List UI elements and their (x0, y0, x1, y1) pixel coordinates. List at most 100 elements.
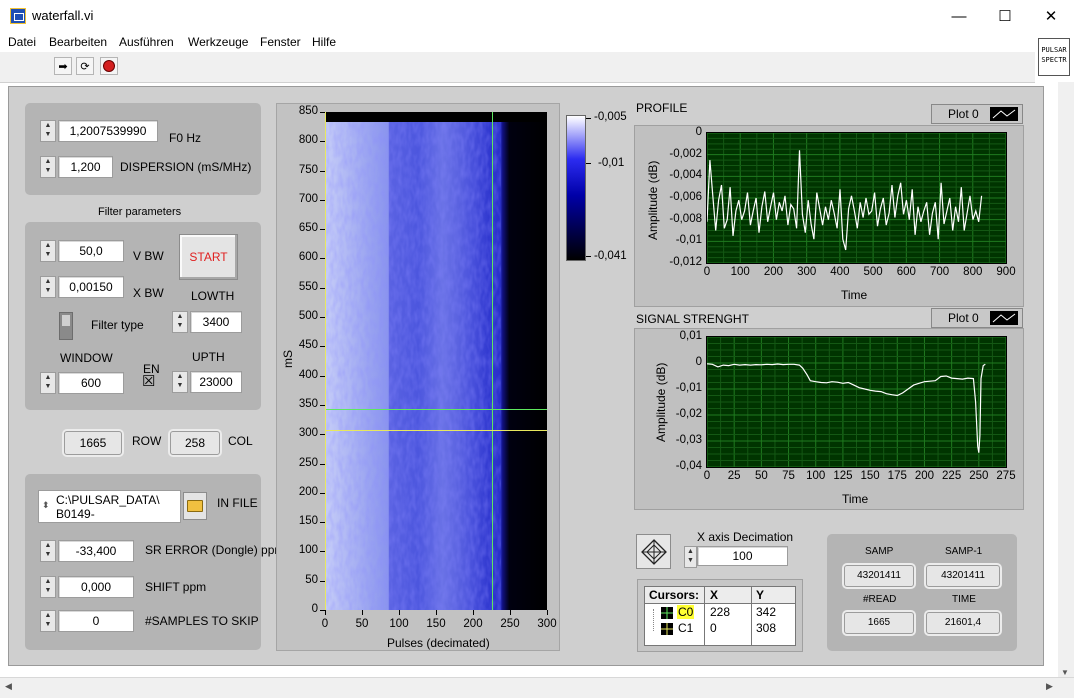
menu-werkzeuge[interactable]: Werkzeuge (188, 35, 248, 49)
maximize-button[interactable]: ☐ (982, 0, 1028, 32)
waterfall-cursor-c0-horizontal[interactable] (325, 409, 547, 410)
graph-palette-button[interactable] (636, 534, 671, 569)
vbw-input[interactable]: 50,0 (58, 240, 124, 262)
menu-bearbeiten[interactable]: Bearbeiten (49, 35, 107, 49)
xbw-input[interactable]: 0,00150 (58, 276, 124, 298)
cursor-c0-crosshair-icon[interactable] (661, 607, 673, 619)
start-button[interactable]: START (179, 234, 238, 280)
colorbar-tick-top: -0,005 (594, 111, 627, 123)
waterfall-cursor-c1-vertical[interactable] (325, 112, 326, 610)
cursor-c0-y: 342 (756, 605, 777, 619)
profile-plot-area[interactable] (706, 132, 1007, 264)
lowth-input[interactable]: 3400 (190, 311, 242, 333)
vi-icon-badge: PULSAR SPECTR (1038, 38, 1070, 76)
dispersion-label: DISPERSION (mS/MHz) (120, 160, 252, 174)
waterfall-y-tick-label: 400 (298, 368, 318, 381)
cursor-legend[interactable]: Cursors: X Y C0 228 342 C1 0 308 (644, 586, 796, 646)
close-button[interactable]: ✕ (1028, 0, 1074, 32)
window-spinner[interactable]: ▲ ▼ (40, 372, 56, 394)
signal-legend-line-icon (990, 311, 1018, 325)
signal-graph-x-tick-label: 175 (887, 470, 907, 482)
shift-spinner[interactable]: ▲ ▼ (40, 576, 56, 598)
waterfall-x-tickmark (436, 610, 437, 615)
browse-button[interactable] (183, 492, 207, 520)
run-arrow-icon[interactable]: ➡ (54, 57, 72, 75)
path-browse-arrow-icon: ⬍ (42, 500, 50, 510)
waterfall-y-tick-label: 0 (311, 603, 318, 615)
profile-graph-x-tick-label: 800 (963, 266, 983, 278)
vi-icon-line1: PULSAR (1041, 46, 1067, 54)
menu-fenster[interactable]: Fenster (260, 35, 301, 49)
sr-error-spinner[interactable]: ▲ ▼ (40, 540, 56, 562)
f0-input[interactable]: 1,2007539990 (58, 120, 158, 142)
cursor-c0-x: 228 (710, 605, 731, 619)
profile-graph-x-tick-label: 300 (797, 266, 817, 278)
f0-spinner[interactable]: ▲ ▼ (40, 120, 56, 142)
waterfall-cursor-c1-horizontal[interactable] (325, 430, 547, 431)
row-indicator: 1665 (64, 431, 122, 455)
in-file-path[interactable]: ⬍ C:\PULSAR_DATA\ B0149- (38, 490, 181, 523)
waterfall-cursor-c0-vertical[interactable] (492, 112, 493, 610)
waterfall-x-tickmark (325, 610, 326, 615)
upth-spinner[interactable]: ▲ ▼ (172, 371, 188, 393)
vbw-spinner[interactable]: ▲ ▼ (40, 240, 56, 262)
run-continuously-icon[interactable]: ⟳ (76, 57, 94, 75)
waterfall-y-tick-label: 700 (298, 192, 318, 205)
color-scale-bar[interactable] (566, 115, 586, 261)
signal-plot-area[interactable] (706, 336, 1007, 468)
profile-plot-legend[interactable]: Plot 0 (931, 104, 1023, 124)
shift-label: SHIFT ppm (145, 580, 207, 594)
profile-graph-x-tick-label: 900 (996, 266, 1016, 278)
menu-ausfuehren[interactable]: Ausführen (119, 35, 174, 49)
dispersion-input[interactable]: 1,200 (58, 156, 113, 178)
window-input[interactable]: 600 (58, 372, 124, 394)
samp-label: SAMP (865, 546, 894, 557)
upth-input[interactable]: 23000 (190, 371, 242, 393)
filter-type-toggle[interactable] (59, 312, 73, 340)
filter-type-toggle-knob (62, 315, 70, 326)
scroll-down-arrow-icon[interactable]: ▼ (1061, 668, 1069, 677)
profile-y-label: Amplitude (dB) (646, 160, 660, 240)
lowth-spinner[interactable]: ▲ ▼ (172, 311, 188, 333)
scroll-left-arrow-icon[interactable]: ◀ (5, 681, 12, 692)
signal-plot-legend[interactable]: Plot 0 (931, 308, 1023, 328)
decimation-input[interactable]: 100 (697, 546, 788, 566)
waterfall-plot-area[interactable] (325, 112, 547, 610)
time-label: TIME (952, 594, 976, 605)
waterfall-x-tick-label: 100 (389, 618, 409, 630)
shift-input[interactable]: 0,000 (58, 576, 134, 598)
waterfall-y-tick-label: 850 (298, 105, 318, 117)
cursor-header-y: Y (756, 588, 765, 602)
cursor-c1-crosshair-icon[interactable] (661, 623, 673, 635)
menu-datei[interactable]: Datei (8, 35, 36, 49)
upth-label: UPTH (192, 350, 225, 364)
profile-graph-x-tick-label: 400 (830, 266, 850, 278)
col-indicator: 258 (170, 431, 220, 455)
dispersion-spinner[interactable]: ▲ ▼ (40, 156, 56, 178)
horizontal-scrollbar[interactable]: ◀ ▶ (0, 677, 1074, 698)
waterfall-y-label: mS (281, 350, 295, 368)
sr-error-input[interactable]: -33,400 (58, 540, 134, 562)
vertical-scrollbar[interactable]: ▼ (1058, 82, 1074, 677)
minimize-button[interactable]: — (936, 0, 982, 32)
decimation-spinner[interactable]: ▲ ▼ (684, 546, 697, 568)
abort-icon[interactable] (100, 57, 118, 75)
filter-type-label: Filter type (91, 318, 144, 332)
in-file-path-line1: C:\PULSAR_DATA\ (56, 493, 160, 507)
xbw-spinner[interactable]: ▲ ▼ (40, 276, 56, 298)
skip-input[interactable]: 0 (58, 610, 134, 632)
colorbar-tick-mid: -0,01 (598, 157, 625, 169)
menu-hilfe[interactable]: Hilfe (312, 35, 336, 49)
skip-spinner[interactable]: ▲ ▼ (40, 610, 56, 632)
signal-graph-x-tick-label: 100 (806, 470, 826, 482)
row-label: ROW (132, 434, 162, 448)
signal-title: SIGNAL STRENGHT (636, 312, 749, 326)
in-file-label: IN FILE (217, 496, 258, 510)
signal-graph-x-tick-label: 125 (833, 470, 853, 482)
lowth-label: LOWTH (191, 289, 235, 303)
scroll-right-arrow-icon[interactable]: ▶ (1046, 681, 1053, 692)
cursor-c0-name: C0 (677, 605, 695, 619)
en-checkbox[interactable]: ☒ (142, 374, 155, 389)
profile-title: PROFILE (636, 101, 688, 115)
folder-open-icon (187, 500, 203, 512)
